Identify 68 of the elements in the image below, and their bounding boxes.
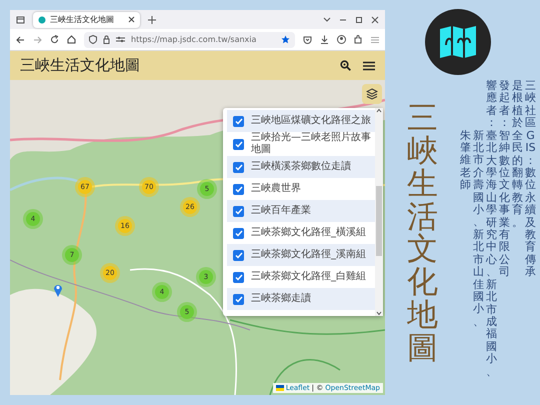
download-icon[interactable] bbox=[320, 35, 329, 44]
checkbox[interactable] bbox=[233, 294, 244, 304]
checkbox[interactable] bbox=[233, 138, 244, 150]
tab-title: 三峽生活文化地圖 bbox=[50, 14, 115, 26]
checkbox[interactable] bbox=[233, 206, 244, 216]
vertical-text-line: 是根植於全民的翻轉教育。 bbox=[512, 80, 523, 231]
shield-icon bbox=[89, 35, 97, 44]
address-bar[interactable]: https://map.jsdc.com.tw/sanxia bbox=[84, 32, 295, 48]
checkbox[interactable] bbox=[233, 184, 244, 194]
home-icon[interactable] bbox=[67, 35, 76, 44]
sliders-icon bbox=[116, 36, 125, 43]
star-icon[interactable] bbox=[281, 35, 290, 44]
flag-icon bbox=[276, 384, 284, 391]
vertical-text-line: 三峽社區GIS：數位永續及教育傳承 bbox=[525, 80, 536, 280]
layer-label: 三峽橫溪茶鄉數位走讀 bbox=[251, 161, 351, 173]
maximize-icon[interactable] bbox=[355, 16, 363, 24]
vertical-title: 三峽生活文化地圖 bbox=[407, 102, 438, 365]
layer-item[interactable]: 三峽茶鄉文化路徑_橫溪組 bbox=[227, 222, 375, 244]
layer-label: 三峽拾光—三峽老照片故事地圖 bbox=[251, 132, 372, 156]
vertical-text-line: 新北市介壽國小、新北市山佳國小、 bbox=[473, 128, 484, 330]
map-pin-icon[interactable] bbox=[53, 283, 63, 297]
layer-label: 三峽茶鄉文化路徑_橫溪組 bbox=[251, 227, 366, 239]
browser-tab[interactable]: 三峽生活文化地圖 bbox=[33, 12, 140, 28]
scrollbar[interactable] bbox=[375, 108, 383, 316]
checkbox[interactable] bbox=[233, 250, 244, 260]
globe-icon bbox=[38, 16, 46, 24]
layer-label: 三峽地區煤礦文化路徑之旅 bbox=[251, 115, 371, 127]
zoom-search-icon[interactable] bbox=[340, 60, 351, 71]
vertical-text-line: 發起者：智紳數位文化事業有限公司 bbox=[499, 80, 510, 280]
layer-item[interactable]: 三峽橫溪茶鄉數位走讀 bbox=[227, 156, 375, 178]
layer-item[interactable]: 三峽茶鄉文化路徑_白雞組 bbox=[227, 266, 375, 288]
close-icon[interactable] bbox=[128, 16, 135, 23]
tab-list-icon[interactable] bbox=[16, 15, 25, 24]
layer-item[interactable]: 三峽農世界 bbox=[227, 178, 375, 200]
pocket-icon[interactable] bbox=[303, 36, 312, 44]
layers-icon bbox=[366, 88, 378, 100]
forward-arrow-icon bbox=[33, 36, 42, 44]
checkbox[interactable] bbox=[233, 228, 244, 238]
menu-icon[interactable] bbox=[363, 60, 375, 70]
layer-item[interactable]: 三峽拾光—三峽老照片故事地圖 bbox=[227, 132, 375, 156]
close-icon[interactable] bbox=[371, 16, 379, 24]
layers-button[interactable] bbox=[362, 84, 382, 104]
checkbox[interactable] bbox=[233, 162, 244, 172]
scroll-down-icon[interactable] bbox=[376, 311, 382, 316]
vertical-text-line: 響應者：臺北大學海山學研究中心、新北市成福國小、 bbox=[486, 80, 497, 378]
vertical-text-line: 朱肇維老師 bbox=[460, 128, 471, 194]
layer-label: 三峽農世界 bbox=[251, 183, 301, 195]
scroll-up-icon[interactable] bbox=[376, 108, 382, 113]
folded-map-icon bbox=[438, 25, 478, 59]
checkbox[interactable] bbox=[233, 116, 244, 126]
layer-item[interactable]: 三峽茶鄉文化路徑_溪南組 bbox=[227, 244, 375, 266]
layer-label: 三峽茶鄉文化路徑_溪南組 bbox=[251, 249, 366, 261]
back-arrow-icon[interactable] bbox=[16, 36, 25, 44]
layer-label: 三峽百年產業 bbox=[251, 205, 311, 217]
layer-label: 三峽茶鄉走讀 bbox=[251, 293, 311, 305]
plus-icon[interactable] bbox=[148, 16, 156, 24]
extensions-icon[interactable] bbox=[354, 35, 363, 44]
lock-icon bbox=[103, 35, 110, 44]
url-text: https://map.jsdc.com.tw/sanxia bbox=[131, 34, 258, 46]
layer-label: 三峽茶鄉文化路徑_白雞組 bbox=[251, 271, 366, 283]
checkbox[interactable] bbox=[233, 272, 244, 282]
reload-icon[interactable] bbox=[50, 35, 59, 44]
layer-item[interactable]: 三峽茶鄉走讀 bbox=[227, 288, 375, 310]
account-icon[interactable] bbox=[337, 35, 346, 44]
chevron-down-icon[interactable] bbox=[323, 16, 331, 22]
app-title: 三峽生活文化地圖 bbox=[20, 55, 141, 76]
layer-item[interactable]: 三峽百年產業 bbox=[227, 200, 375, 222]
layer-item[interactable]: 三峽地區煤礦文化路徑之旅 bbox=[227, 110, 375, 132]
